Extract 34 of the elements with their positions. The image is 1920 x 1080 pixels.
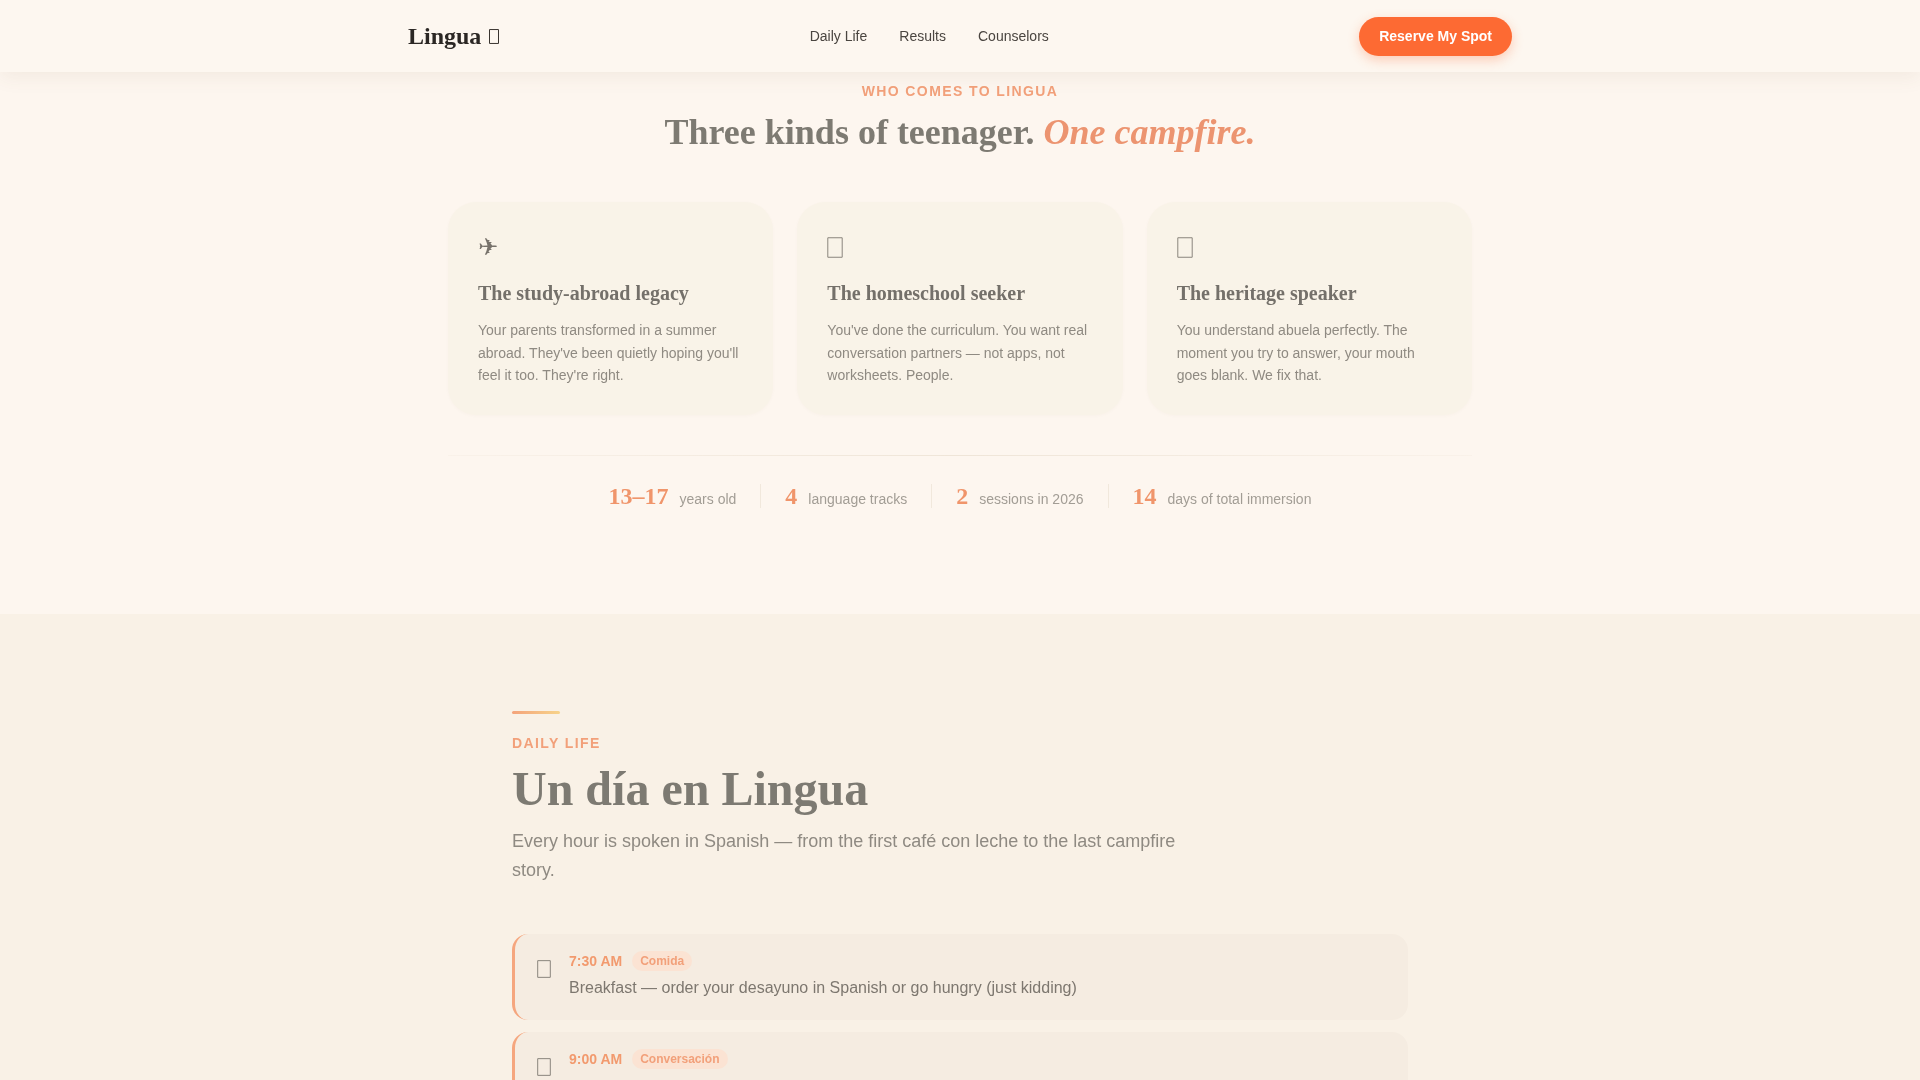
stat-label: sessions in 2026 bbox=[979, 489, 1084, 509]
stat-number: 4 bbox=[785, 481, 798, 511]
rectangle-outline-icon bbox=[537, 1057, 551, 1076]
schedule-text: Breakfast — order your desayuno in Spanish or go hungry (just kidding) bbox=[569, 977, 1077, 998]
stat-label: language tracks bbox=[808, 489, 908, 509]
activity-tag: Conversación bbox=[632, 1048, 728, 1069]
rectangle-outline-icon bbox=[537, 959, 551, 978]
section-eyebrow: WHO COMES TO LINGUA bbox=[861, 82, 1059, 101]
section-intro: Every hour is spoken in Spanish — from the first café con leche to the last campfire story. bbox=[512, 829, 1177, 882]
schedule-time: 7:30 AM bbox=[569, 951, 623, 971]
logo[interactable]: Lingua bbox=[408, 20, 482, 52]
rectangle-outline-icon bbox=[827, 236, 844, 258]
card-title: The homeschool seeker bbox=[827, 281, 1027, 306]
card-text: You understand abuela perfectly. The moment you try to answer, your mouth goes blank. We fix that. bbox=[1176, 321, 1416, 385]
card-text: Your parents transformed in a summer abroad. They've been quietly hoping you'll feel it too. They're right. bbox=[478, 321, 740, 385]
stat-number: 2 bbox=[956, 481, 969, 511]
card-title: The study-abroad legacy bbox=[478, 281, 690, 307]
section-heading: Three kinds of teenager. One campfire. bbox=[664, 111, 1256, 154]
stat-number: 13–17 bbox=[608, 481, 669, 511]
stat-label: days of total immersion bbox=[1167, 489, 1312, 509]
nav-link[interactable]: Results bbox=[899, 26, 946, 46]
section-eyebrow: DAILY LIFE bbox=[512, 733, 602, 753]
activity-tag: Comida bbox=[632, 950, 693, 971]
rectangle-outline-icon bbox=[489, 28, 500, 44]
card-text: You've done the curriculum. You want real conversation partners — not apps, not worksheets. People. bbox=[827, 321, 1089, 385]
stat-label: years old bbox=[679, 489, 737, 509]
plane-icon: ✈ bbox=[478, 231, 499, 263]
rectangle-outline-icon bbox=[1176, 236, 1193, 258]
nav-link[interactable]: Counselors bbox=[978, 26, 1049, 46]
schedule-time: 9:00 AM bbox=[569, 1049, 623, 1069]
stat-number: 14 bbox=[1132, 481, 1157, 511]
nav-link[interactable]: Daily Life bbox=[809, 26, 868, 46]
section-heading: Un día en Lingua bbox=[512, 760, 870, 817]
card-title: The heritage speaker bbox=[1176, 281, 1358, 307]
